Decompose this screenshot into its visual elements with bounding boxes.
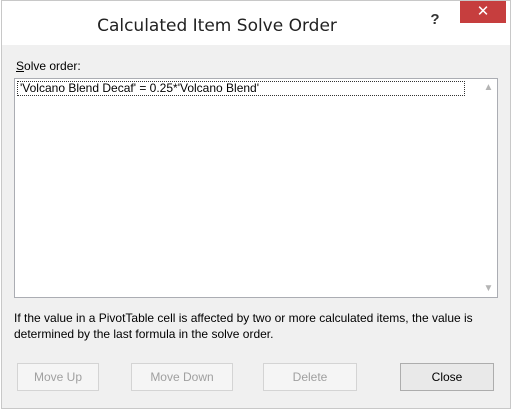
delete-button[interactable]: Delete <box>263 363 357 391</box>
move-up-button[interactable]: Move Up <box>17 363 99 391</box>
vertical-scrollbar[interactable]: ▲ ▼ <box>480 79 497 297</box>
scroll-up-icon[interactable]: ▲ <box>480 79 497 96</box>
close-button[interactable]: Close <box>400 363 494 391</box>
move-down-button[interactable]: Move Down <box>131 363 233 391</box>
close-icon: ✕ <box>476 3 490 20</box>
solve-order-label-accelerator: S <box>16 59 25 73</box>
solve-order-dialog: Calculated Item Solve Order ? ✕ Solve or… <box>1 0 511 409</box>
scroll-down-icon[interactable]: ▼ <box>480 280 497 297</box>
info-text: If the value in a PivotTable cell is aff… <box>14 311 473 341</box>
help-button[interactable]: ? <box>422 7 448 33</box>
solve-order-label: Solve order: <box>16 59 81 73</box>
dialog-title: Calculated Item Solve Order <box>97 16 337 36</box>
dialog-content: Solve order: 'Volcano Blend Decaf' = 0.2… <box>14 57 500 397</box>
close-window-button[interactable]: ✕ <box>460 1 506 23</box>
solve-order-label-text: olve order: <box>24 59 81 73</box>
list-item[interactable]: 'Volcano Blend Decaf' = 0.25*'Volcano Bl… <box>17 81 465 96</box>
title-bar: Calculated Item Solve Order ? ✕ <box>2 1 510 45</box>
solve-order-listbox[interactable]: 'Volcano Blend Decaf' = 0.25*'Volcano Bl… <box>14 78 498 298</box>
